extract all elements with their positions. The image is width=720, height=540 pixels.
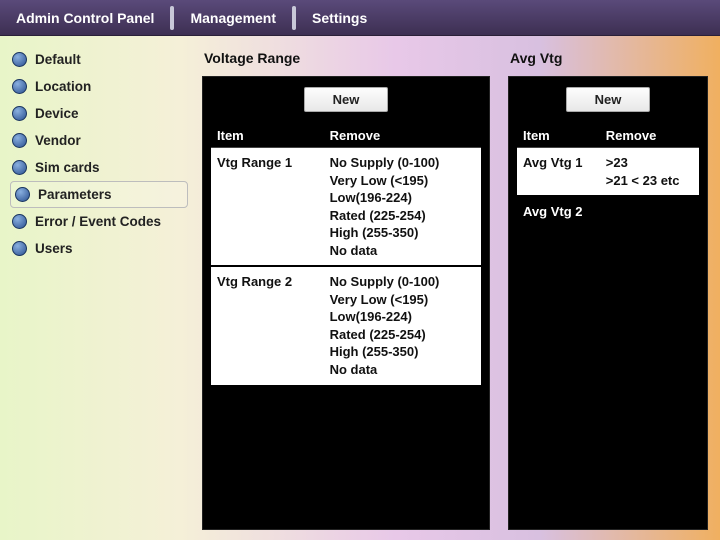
- col-remove: Remove: [600, 124, 699, 148]
- app-title: Admin Control Panel: [0, 0, 170, 35]
- cell-item: Avg Vtg 2: [517, 196, 600, 227]
- sidebar-item-default[interactable]: Default: [10, 46, 188, 73]
- sidebar-item-label: Sim cards: [35, 160, 100, 175]
- sidebar-item-label: Users: [35, 241, 73, 256]
- sidebar-item-label: Device: [35, 106, 79, 121]
- table-row[interactable]: Avg Vtg 1 >23 >21 < 23 etc: [517, 148, 699, 197]
- cell-remove: No Supply (0-100) Very Low (<195) Low(19…: [324, 266, 481, 385]
- sidebar-item-device[interactable]: Device: [10, 100, 188, 127]
- sidebar-item-parameters[interactable]: Parameters: [10, 181, 188, 208]
- cell-remove: >23 >21 < 23 etc: [600, 148, 699, 197]
- bullet-icon: [12, 79, 27, 94]
- col-item: Item: [211, 124, 324, 148]
- panel-voltage-range: Voltage Range New Item Remove Vtg Range …: [202, 46, 490, 530]
- sidebar-item-location[interactable]: Location: [10, 73, 188, 100]
- panel-body: New Item Remove Avg Vtg 1 >23 >21 < 23 e…: [508, 76, 708, 530]
- panel-title: Voltage Range: [202, 46, 490, 76]
- main-content: Voltage Range New Item Remove Vtg Range …: [198, 36, 720, 540]
- panel-title: Avg Vtg: [508, 46, 708, 76]
- avg-table: Item Remove Avg Vtg 1 >23 >21 < 23 etc A…: [517, 124, 699, 227]
- cell-item: Avg Vtg 1: [517, 148, 600, 197]
- bullet-icon: [12, 160, 27, 175]
- cell-item: Vtg Range 2: [211, 266, 324, 385]
- table-row[interactable]: Vtg Range 1 No Supply (0-100) Very Low (…: [211, 148, 481, 267]
- bullet-icon: [12, 241, 27, 256]
- bullet-icon: [12, 106, 27, 121]
- cell-item: Vtg Range 1: [211, 148, 324, 267]
- tab-management[interactable]: Management: [174, 0, 292, 35]
- sidebar-item-label: Vendor: [35, 133, 81, 148]
- sidebar-item-label: Error / Event Codes: [35, 214, 161, 229]
- bullet-icon: [12, 214, 27, 229]
- sidebar-item-users[interactable]: Users: [10, 235, 188, 262]
- sidebar-item-error-event-codes[interactable]: Error / Event Codes: [10, 208, 188, 235]
- sidebar-item-label: Location: [35, 79, 91, 94]
- col-item: Item: [517, 124, 600, 148]
- sidebar: Default Location Device Vendor Sim cards…: [0, 36, 198, 540]
- table-row[interactable]: Avg Vtg 2: [517, 196, 699, 227]
- bullet-icon: [12, 52, 27, 67]
- bullet-icon: [12, 133, 27, 148]
- bullet-icon: [15, 187, 30, 202]
- title-bar: Admin Control Panel Management Settings: [0, 0, 720, 36]
- voltage-table: Item Remove Vtg Range 1 No Supply (0-100…: [211, 124, 481, 387]
- tab-settings[interactable]: Settings: [296, 0, 383, 35]
- cell-remove: [600, 196, 699, 227]
- table-row[interactable]: Vtg Range 2 No Supply (0-100) Very Low (…: [211, 266, 481, 385]
- cell-remove: No Supply (0-100) Very Low (<195) Low(19…: [324, 148, 481, 267]
- sidebar-item-label: Default: [35, 52, 81, 67]
- col-remove: Remove: [324, 124, 481, 148]
- panel-body: New Item Remove Vtg Range 1 No Supply (0…: [202, 76, 490, 530]
- sidebar-item-vendor[interactable]: Vendor: [10, 127, 188, 154]
- new-button[interactable]: New: [566, 87, 651, 112]
- sidebar-item-label: Parameters: [38, 187, 112, 202]
- new-button[interactable]: New: [304, 87, 389, 112]
- sidebar-item-sim-cards[interactable]: Sim cards: [10, 154, 188, 181]
- panel-avg-vtg: Avg Vtg New Item Remove Avg Vtg 1 >23 >2…: [508, 46, 708, 530]
